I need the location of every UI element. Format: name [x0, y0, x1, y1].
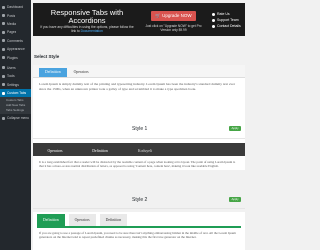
style2-tab-koduyeli[interactable]: Koduyeli: [123, 147, 167, 156]
style2-tab-operators[interactable]: Operators: [33, 147, 77, 156]
menu-icon: [2, 39, 5, 43]
style1-preview: Definition Operators Lorem Ipsum is simp…: [33, 65, 245, 145]
style3-tab-definition-2[interactable]: Definition: [99, 214, 128, 226]
sidebar-item-custom-tabs[interactable]: Custom Tabs: [0, 88, 31, 98]
sidebar-item-appearance[interactable]: Appearance: [0, 45, 31, 53]
menu-icon: [2, 91, 5, 95]
promo-banner: Responsive Tabs with Accordions If you h…: [33, 3, 245, 36]
menu-icon: [2, 83, 5, 87]
menu-icon: [2, 56, 5, 60]
sidebar-submenu: Custom Tabs Add New Tabs Tabs Settings: [0, 97, 31, 115]
style2-preview: Operators Definition Koduyeli It is a lo…: [33, 143, 245, 170]
sidebar-item-media[interactable]: Media: [0, 20, 31, 28]
sidebar-item-pages[interactable]: Pages: [0, 28, 31, 36]
upgrade-now-button[interactable]: 🛒 Upgrade NOW: [151, 11, 196, 21]
menu-icon: [2, 30, 5, 34]
support-icon: [212, 18, 215, 22]
collapse-menu-button[interactable]: Collapse menu: [0, 114, 31, 122]
star-icon: [212, 12, 215, 16]
menu-icon: [2, 22, 5, 26]
menu-icon: [2, 47, 5, 51]
menu-icon: [2, 74, 5, 78]
style3-tab-content: If you are going to use a passage of Lor…: [37, 226, 241, 242]
style1-tab-definition[interactable]: Definition: [39, 68, 67, 77]
menu-icon: [2, 5, 5, 9]
divider: [33, 138, 245, 139]
banner-subtext: If you have any difficulties in using th…: [40, 25, 134, 33]
submenu-item[interactable]: Tabs Settings: [0, 108, 31, 113]
collapse-icon: [2, 116, 5, 120]
banner-links: Rate Us Support Team Contact Details: [212, 11, 241, 29]
cart-icon: 🛒: [155, 13, 161, 18]
style2-label: Style 2: [132, 197, 148, 203]
sidebar-item-tools[interactable]: Tools: [0, 72, 31, 80]
banner-title: Responsive Tabs with Accordions: [50, 8, 124, 25]
sidebar-item-users[interactable]: Users: [0, 64, 31, 72]
sidebar-item-settings[interactable]: Settings: [0, 81, 31, 89]
contact-details-link[interactable]: Contact Details: [212, 23, 241, 29]
style1-tab-operators[interactable]: Operators: [67, 68, 95, 77]
style3-tab-operators[interactable]: Operators: [68, 214, 96, 226]
style1-tab-content: Lorem Ipsum is simply dummy text of the …: [39, 82, 235, 91]
style1-apply-button[interactable]: Apply: [229, 126, 241, 131]
contact-icon: [212, 24, 215, 28]
menu-icon: [2, 66, 5, 70]
style3-tab-definition[interactable]: Definition: [37, 214, 65, 226]
sidebar-item-comments[interactable]: Comments: [0, 37, 31, 45]
style2-tab-definition[interactable]: Definition: [78, 147, 122, 156]
menu-icon: [2, 14, 5, 18]
sidebar-item-plugins[interactable]: Plugins: [0, 53, 31, 61]
style3-preview: Definition Operators Definition If you a…: [33, 212, 245, 250]
style1-label: Style 1: [132, 126, 148, 132]
documentation-link[interactable]: Documentation: [81, 29, 103, 33]
sidebar-item-posts[interactable]: Posts: [0, 11, 31, 19]
divider: [33, 208, 245, 209]
upgrade-description: Just click on "Upgrade NOW" to get Pro V…: [145, 24, 202, 32]
admin-sidebar: Dashboard Posts Media Pages Comments Appearan…: [0, 0, 31, 250]
select-style-heading: Select Style: [34, 54, 60, 59]
sidebar-item-dashboard[interactable]: Dashboard: [0, 3, 31, 11]
style2-apply-button[interactable]: Apply: [229, 197, 241, 202]
style2-tab-content: It is a long established fact that a rea…: [39, 160, 236, 168]
